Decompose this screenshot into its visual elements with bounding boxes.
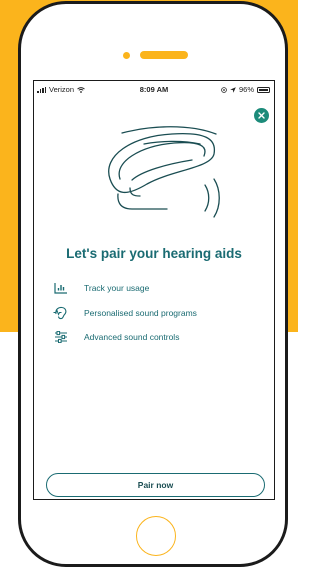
feature-label: Personalised sound programs bbox=[84, 307, 197, 318]
sound-program-icon bbox=[52, 306, 70, 320]
status-right: 96% bbox=[221, 85, 270, 94]
feature-label: Advanced sound controls bbox=[84, 332, 180, 342]
orientation-lock-icon bbox=[221, 86, 227, 93]
page-title: Let's pair your hearing aids bbox=[66, 246, 242, 261]
earpiece-speaker bbox=[140, 51, 188, 59]
feature-item-sound-programs: Personalised sound programs bbox=[52, 306, 197, 320]
hearing-aid-illustration bbox=[108, 126, 220, 218]
feature-item-track-usage: Track your usage bbox=[52, 281, 197, 295]
pair-now-button[interactable]: Pair now bbox=[46, 473, 265, 497]
close-icon bbox=[258, 112, 265, 119]
status-bar: Verizon 8:09 AM 96% bbox=[34, 81, 274, 97]
phone-screen: Verizon 8:09 AM 96% Let's pair your hear… bbox=[33, 80, 275, 500]
feature-item-sound-controls: Advanced sound controls bbox=[52, 330, 197, 344]
sliders-icon bbox=[52, 330, 70, 344]
battery-percentage: 96% bbox=[238, 85, 254, 94]
home-button[interactable] bbox=[136, 516, 176, 556]
feature-list: Track your usage Personalised sound prog… bbox=[52, 281, 197, 355]
location-arrow-icon bbox=[230, 86, 236, 93]
close-button[interactable] bbox=[254, 108, 269, 123]
battery-icon bbox=[257, 86, 270, 93]
front-camera bbox=[123, 52, 130, 59]
feature-label: Track your usage bbox=[84, 283, 150, 293]
bar-chart-icon bbox=[52, 281, 70, 295]
